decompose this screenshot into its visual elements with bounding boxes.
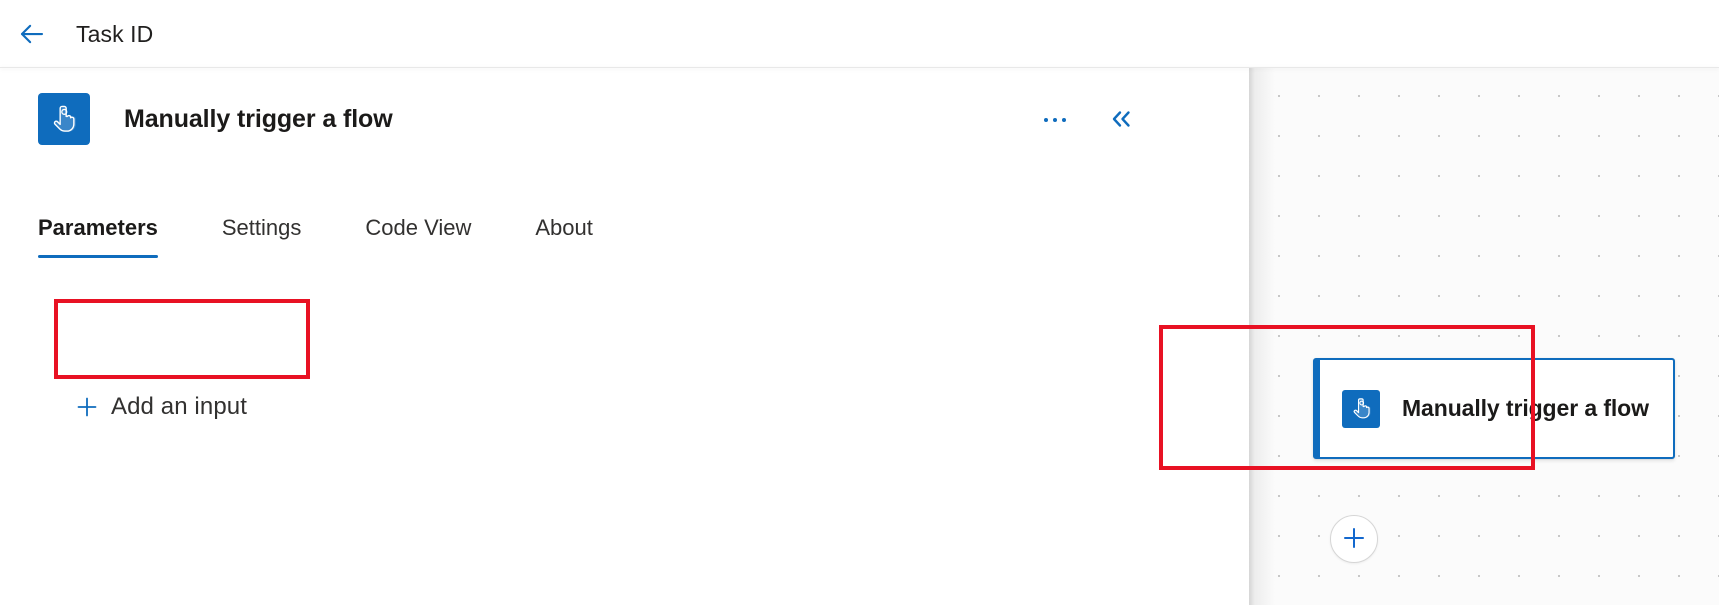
plus-icon — [1341, 525, 1367, 554]
more-actions-button[interactable] — [1037, 102, 1073, 138]
tab-about[interactable]: About — [519, 214, 609, 258]
add-an-input-label: Add an input — [111, 393, 247, 420]
tab-code-view[interactable]: Code View — [349, 214, 487, 258]
chevron-double-left-icon — [1108, 108, 1134, 133]
ellipsis-horizontal-icon — [1044, 118, 1066, 122]
tab-label: Settings — [221, 215, 302, 240]
page-title: Task ID — [76, 20, 154, 47]
arrow-left-icon — [17, 19, 47, 49]
top-bar: Task ID — [0, 0, 1719, 68]
add-an-input-button[interactable]: Add an input — [70, 383, 253, 431]
tab-label: About — [535, 215, 593, 240]
power-automate-flow-designer: Task ID Manually trigger a flow Paramete… — [0, 0, 1719, 605]
tab-label: Code View — [365, 215, 472, 240]
tab-parameters[interactable]: Parameters — [38, 214, 174, 258]
collapse-panel-button[interactable] — [1103, 102, 1139, 138]
panel-tabs: Parameters Settings Code View About — [38, 214, 609, 258]
panel-title: Manually trigger a flow — [124, 104, 393, 133]
panel-header-actions — [1037, 102, 1139, 138]
back-button[interactable] — [8, 10, 56, 58]
panel-header: Manually trigger a flow — [0, 68, 1249, 170]
tab-label: Parameters — [38, 215, 158, 240]
flow-node-manual-trigger[interactable]: Manually trigger a flow — [1313, 358, 1675, 459]
flow-canvas[interactable]: Manually trigger a flow — [1249, 68, 1719, 605]
flow-node-label: Manually trigger a flow — [1402, 395, 1649, 422]
manual-trigger-hand-icon — [1342, 389, 1380, 428]
manual-trigger-hand-icon — [38, 93, 90, 145]
plus-icon — [76, 396, 98, 418]
add-step-button[interactable] — [1330, 515, 1378, 563]
tab-settings[interactable]: Settings — [206, 214, 318, 258]
action-detail-panel: Manually trigger a flow Parameters Setti… — [0, 68, 1255, 605]
